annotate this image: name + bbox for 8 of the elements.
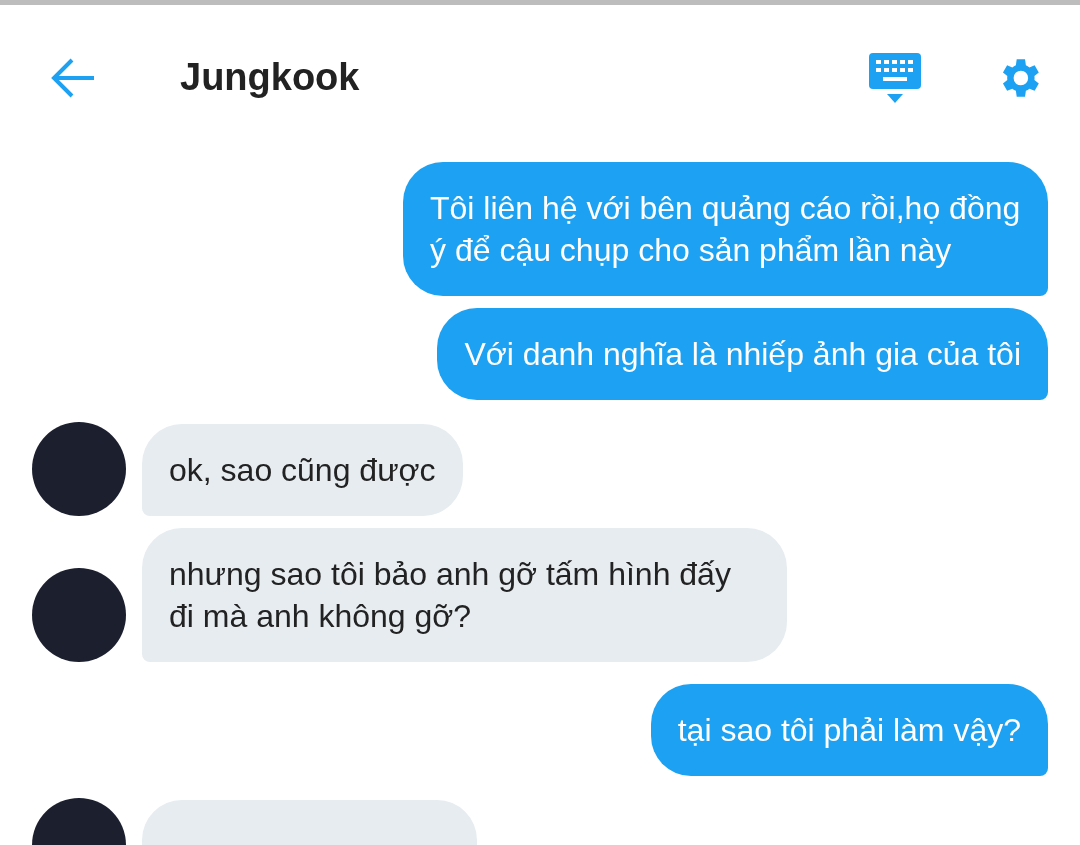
message-bubble: tại sao tôi phải làm vậy? bbox=[650, 684, 1048, 776]
message-bubble: ok, sao cũng được bbox=[142, 424, 463, 516]
message-bubble: Tôi liên hệ với bên quảng cáo rồi,họ đồng ý để cậu chụp cho sản phẩm lần này bbox=[403, 162, 1048, 296]
back-icon[interactable] bbox=[50, 57, 96, 98]
message-bubble: Với danh nghĩa là nhiếp ảnh gia của tôi bbox=[437, 308, 1048, 400]
keyboard-icon[interactable] bbox=[868, 50, 922, 105]
chat-title: Jungkook bbox=[180, 56, 361, 99]
message-bubble: nhưng sao tôi bảo anh gỡ tấm hình đấy đi mà anh không gỡ? bbox=[142, 528, 787, 662]
